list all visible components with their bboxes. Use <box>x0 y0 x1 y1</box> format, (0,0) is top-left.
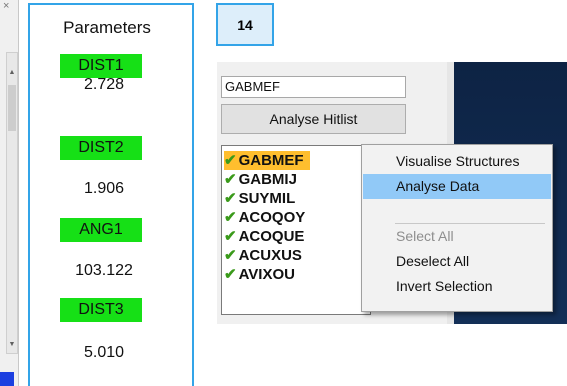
param-label-dist1: DIST1 <box>60 54 142 78</box>
check-icon: ✔ <box>224 152 237 169</box>
menu-item-invert-selection[interactable]: Invert Selection <box>363 274 551 299</box>
check-icon: ✔ <box>224 190 237 207</box>
menu-item-deselect-all[interactable]: Deselect All <box>363 249 551 274</box>
check-icon: ✔ <box>224 209 237 226</box>
check-icon: ✔ <box>224 228 237 245</box>
blank-area <box>196 324 567 386</box>
check-icon: ✔ <box>224 266 237 283</box>
hitlist-listbox[interactable]: ✔ GABMEF ✔ GABMIJ ✔ SUYMIL ✔ ACOQOY ✔ ACOQUE … <box>221 145 371 315</box>
param-label-dist2: DIST2 <box>60 136 142 160</box>
context-menu: Visualise Structures Analyse Data Select… <box>361 144 553 312</box>
param-label-ang1: ANG1 <box>60 218 142 242</box>
list-item[interactable]: ✔ GABMEF <box>224 151 310 170</box>
param-label-dist3: DIST3 <box>60 298 142 322</box>
analyse-hitlist-button[interactable]: Analyse Hitlist <box>221 104 406 134</box>
menu-item-visualise-structures[interactable]: Visualise Structures <box>363 149 551 174</box>
blue-indicator <box>0 372 14 386</box>
hitlist-name-input[interactable]: GABMEF <box>221 76 406 98</box>
scroll-thumb[interactable] <box>8 85 16 131</box>
list-item[interactable]: ✔ ACUXUS <box>224 246 302 265</box>
close-icon[interactable]: × <box>3 0 9 12</box>
list-item[interactable]: ✔ AVIXOU <box>224 265 295 284</box>
param-value-dist2: 1.906 <box>83 180 125 197</box>
parameters-title: Parameters <box>63 18 151 37</box>
param-value-ang1: 103.122 <box>75 262 133 279</box>
param-value-dist3: 5.010 <box>83 344 125 361</box>
list-item[interactable]: ✔ ACOQOY <box>224 208 305 227</box>
scroll-up-icon[interactable]: ▲ <box>7 67 17 79</box>
step-badge: 14 <box>216 3 274 46</box>
param-value-dist1: 2.728 <box>83 76 125 93</box>
left-window-strip: × ▲ ▼ <box>0 0 19 386</box>
check-icon: ✔ <box>224 247 237 264</box>
check-icon: ✔ <box>224 171 237 188</box>
list-item[interactable]: ✔ SUYMIL <box>224 189 295 208</box>
menu-item-analyse-data[interactable]: Analyse Data <box>363 174 551 199</box>
menu-item-select-all: Select All <box>396 228 454 244</box>
list-item[interactable]: ✔ ACOQUE <box>224 227 304 246</box>
vertical-scrollbar[interactable]: ▲ ▼ <box>6 52 18 354</box>
list-item[interactable]: ✔ GABMIJ <box>224 170 297 189</box>
scroll-down-icon[interactable]: ▼ <box>7 339 17 351</box>
